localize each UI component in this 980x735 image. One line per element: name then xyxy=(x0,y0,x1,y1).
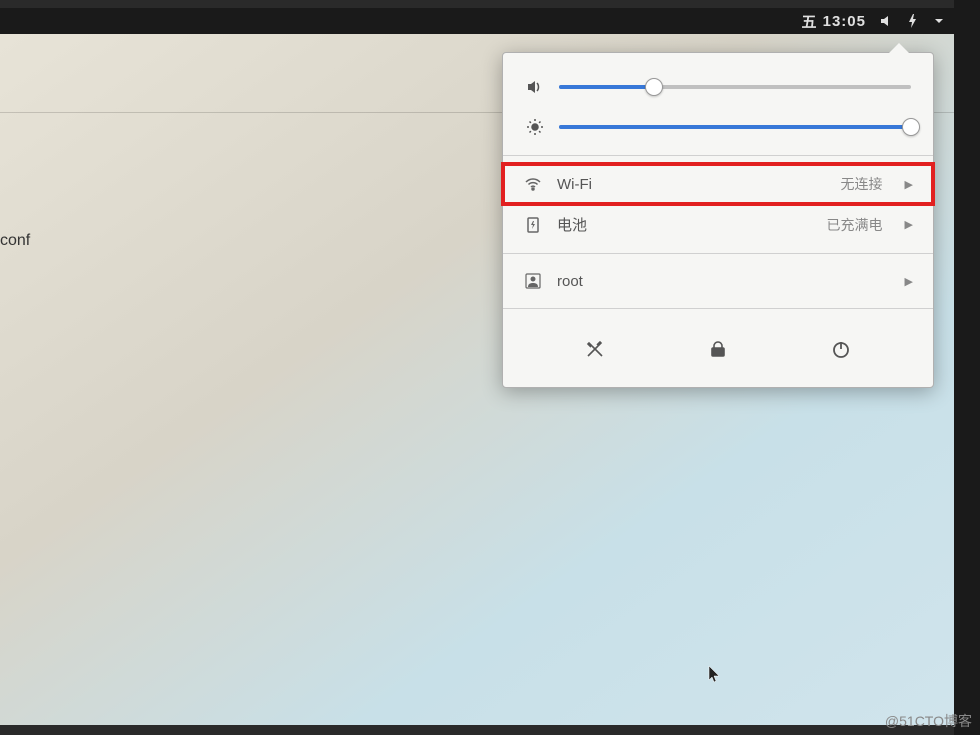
wifi-label: Wi-Fi xyxy=(557,176,592,193)
clock-time: 13:05 xyxy=(823,13,866,30)
dropdown-caret-icon[interactable] xyxy=(934,16,944,26)
volume-slider-thumb[interactable] xyxy=(645,78,663,96)
brightness-icon xyxy=(525,118,545,136)
volume-slider-row xyxy=(503,67,933,107)
watermark: @51CTO博客 xyxy=(885,711,972,731)
top-bar: 五 13:05 xyxy=(0,8,954,34)
desktop-screen: 五 13:05 conf xyxy=(0,8,954,725)
brightness-slider-row xyxy=(503,107,933,147)
menu-separator xyxy=(503,253,933,254)
wifi-status: 无连接 xyxy=(841,174,883,194)
lock-button[interactable] xyxy=(698,329,738,369)
wifi-icon xyxy=(523,175,543,193)
user-label: root xyxy=(557,273,583,290)
volume-icon xyxy=(525,78,545,96)
battery-indicator-icon[interactable] xyxy=(906,13,922,29)
battery-menu-item[interactable]: 电池 已充满电 ▶ xyxy=(503,204,933,245)
brightness-slider-thumb[interactable] xyxy=(902,118,920,136)
battery-status: 已充满电 xyxy=(827,215,883,235)
clock-day: 五 xyxy=(801,11,817,32)
brightness-slider[interactable] xyxy=(559,125,911,129)
settings-button[interactable] xyxy=(575,329,615,369)
battery-icon xyxy=(523,216,543,234)
chevron-right-icon: ▶ xyxy=(905,275,913,288)
wifi-menu-item[interactable]: Wi-Fi 无连接 ▶ xyxy=(503,164,933,204)
screen-bezel xyxy=(954,0,980,735)
chevron-right-icon: ▶ xyxy=(905,218,913,231)
volume-indicator-icon[interactable] xyxy=(878,13,894,29)
dropdown-pointer xyxy=(889,43,909,53)
mouse-cursor-icon xyxy=(708,665,722,690)
chevron-right-icon: ▶ xyxy=(905,178,913,191)
volume-slider[interactable] xyxy=(559,85,911,89)
bottom-actions-row xyxy=(503,317,933,373)
system-menu-dropdown: Wi-Fi 无连接 ▶ 电池 已充满电 ▶ xyxy=(502,52,934,388)
menu-separator xyxy=(503,308,933,309)
menu-separator xyxy=(503,155,933,156)
clock[interactable]: 五 13:05 xyxy=(801,11,866,32)
user-menu-item[interactable]: root ▶ xyxy=(503,262,933,300)
battery-label: 电池 xyxy=(557,214,587,235)
user-icon xyxy=(523,272,543,290)
power-button[interactable] xyxy=(821,329,861,369)
background-text: conf xyxy=(0,232,30,250)
